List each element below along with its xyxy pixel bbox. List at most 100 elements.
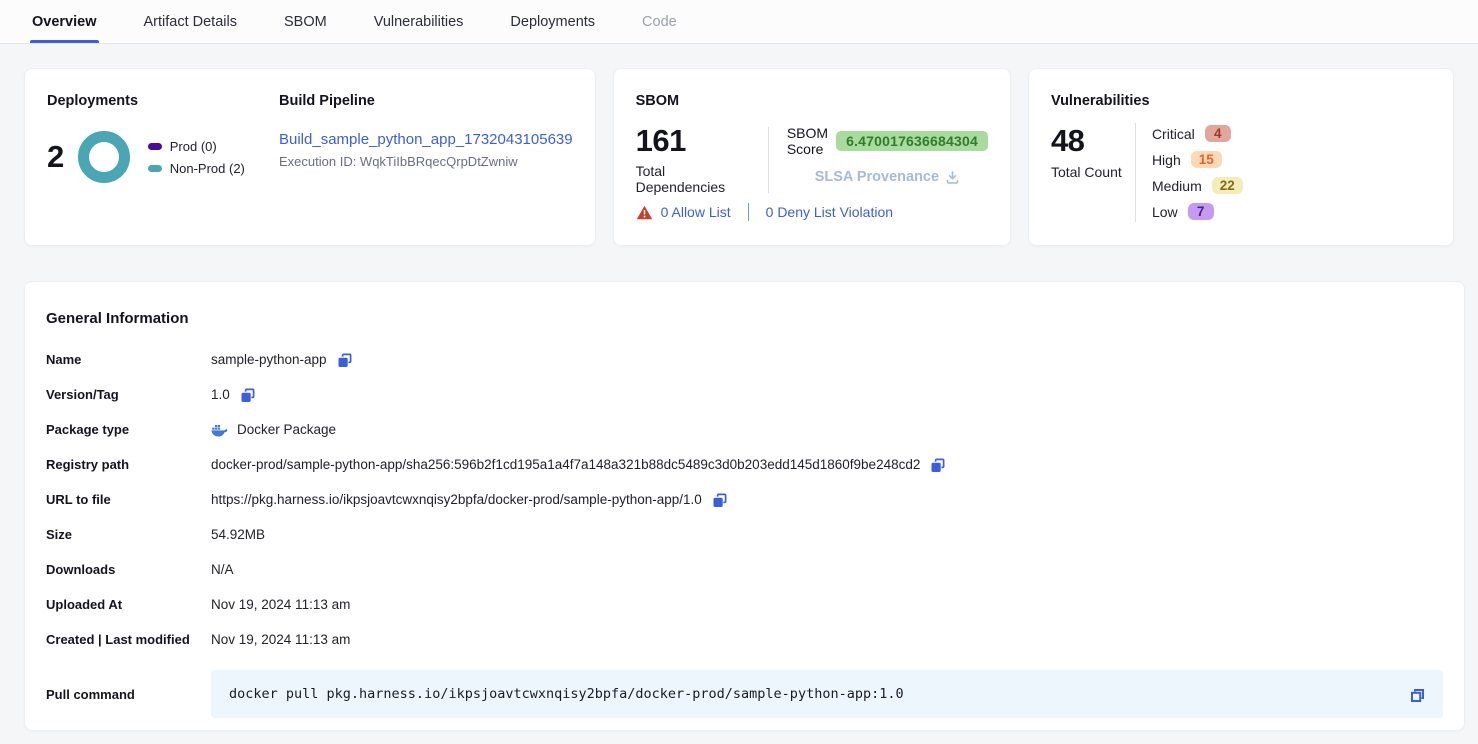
build-pipeline-title: Build Pipeline	[279, 93, 573, 109]
info-row-text: sample-python-app	[211, 352, 327, 367]
severity-label: Medium	[1152, 178, 1202, 194]
info-row-text: 54.92MB	[211, 527, 265, 542]
info-row-value: N/A	[211, 562, 234, 577]
tab-vulnerabilities[interactable]: Vulnerabilities	[374, 0, 464, 43]
info-row: URL to filehttps://pkg.harness.io/ikpsjo…	[46, 482, 1443, 517]
info-row-label: Registry path	[46, 457, 211, 472]
info-row-value: https://pkg.harness.io/ikpsjoavtcwxnqisy…	[211, 490, 729, 510]
page-content: Deployments 2 Prod (0) Non-Prod (2) Build…	[0, 44, 1478, 731]
info-row-label: Name	[46, 352, 211, 367]
info-row: Size54.92MB	[46, 517, 1443, 552]
sbom-score-label: SBOM Score	[787, 125, 828, 157]
severity-row: Critical4	[1152, 123, 1243, 144]
severity-count-badge: 4	[1205, 125, 1231, 142]
summary-cards-row: Deployments 2 Prod (0) Non-Prod (2) Build…	[24, 68, 1454, 246]
copy-icon[interactable]	[1408, 686, 1427, 705]
slsa-provenance-label: SLSA Provenance	[815, 169, 939, 185]
info-row-value: Nov 19, 2024 11:13 am	[211, 597, 350, 612]
info-row-text: Nov 19, 2024 11:13 am	[211, 597, 350, 612]
sbom-card: SBOM 161 Total Dependencies SBOM Score 6…	[613, 68, 1011, 246]
sbom-title: SBOM	[636, 93, 988, 109]
build-pipeline-section: Build Pipeline Build_sample_python_app_1…	[279, 93, 573, 221]
vulnerabilities-total-count: 48	[1051, 123, 1135, 159]
deployments-total: 2	[47, 139, 64, 175]
docker-icon	[211, 423, 228, 437]
slsa-provenance-button[interactable]: SLSA Provenance	[815, 169, 960, 185]
vulnerabilities-total-label: Total Count	[1051, 164, 1135, 180]
pull-command-value: docker pull pkg.harness.io/ikpsjoavtcwxn…	[229, 686, 1408, 702]
download-icon	[945, 170, 960, 185]
severity-list: Critical4 High 15 Medium 22 Low 7	[1152, 123, 1243, 222]
info-row-value: docker-prod/sample-python-app/sha256:596…	[211, 455, 947, 475]
info-row-label: Size	[46, 527, 211, 542]
sbom-total-label: Total Dependencies	[636, 163, 750, 195]
info-row-text: Nov 19, 2024 11:13 am	[211, 632, 350, 647]
info-row: Package type Docker Package	[46, 412, 1443, 447]
info-row-label: Package type	[46, 422, 211, 437]
info-row-text: N/A	[211, 562, 234, 577]
copy-icon[interactable]	[336, 352, 354, 370]
vulnerabilities-card: Vulnerabilities 48 Total Count Critical4…	[1028, 68, 1454, 246]
deployments-legend: Prod (0) Non-Prod (2)	[148, 139, 245, 176]
info-row-value: sample-python-app	[211, 350, 354, 370]
info-row: DownloadsN/A	[46, 552, 1443, 587]
divider	[768, 127, 769, 193]
info-row: Version/Tag1.0	[46, 377, 1443, 412]
info-row: Registry pathdocker-prod/sample-python-a…	[46, 447, 1443, 482]
tab-artifact-details[interactable]: Artifact Details	[144, 0, 237, 43]
severity-label: Low	[1152, 204, 1178, 220]
info-row: Namesample-python-app	[46, 342, 1443, 377]
severity-label: High	[1152, 152, 1181, 168]
pull-command-row: Pull command docker pull pkg.harness.io/…	[46, 670, 1443, 718]
legend-item: Prod (0)	[148, 139, 245, 154]
tab-sbom[interactable]: SBOM	[284, 0, 327, 43]
legend-item: Non-Prod (2)	[148, 161, 245, 176]
pull-command-box: docker pull pkg.harness.io/ikpsjoavtcwxn…	[211, 670, 1443, 718]
sbom-total-block: 161 Total Dependencies	[636, 125, 750, 199]
severity-row: Low 7	[1152, 201, 1243, 222]
deployments-card: Deployments 2 Prod (0) Non-Prod (2) Build…	[24, 68, 596, 246]
vulnerabilities-total-block: 48 Total Count	[1051, 123, 1135, 222]
copy-icon[interactable]	[711, 492, 729, 510]
info-row-label: URL to file	[46, 492, 211, 507]
build-pipeline-link[interactable]: Build_sample_python_app_1732043105639	[279, 131, 573, 148]
info-row: Created | Last modifiedNov 19, 2024 11:1…	[46, 622, 1443, 657]
info-row-label: Uploaded At	[46, 597, 211, 612]
copy-icon[interactable]	[239, 387, 257, 405]
severity-count-badge: 15	[1191, 151, 1222, 168]
tab-bar: Overview Artifact Details SBOM Vulnerabilit…	[0, 0, 1478, 44]
info-row-label: Version/Tag	[46, 387, 211, 402]
info-row: Uploaded AtNov 19, 2024 11:13 am	[46, 587, 1443, 622]
sbom-total-count: 161	[636, 125, 750, 158]
vulnerabilities-title: Vulnerabilities	[1051, 93, 1431, 109]
tab-code: Code	[642, 0, 677, 43]
tab-deployments[interactable]: Deployments	[510, 0, 595, 43]
legend-label: Prod (0)	[170, 139, 217, 154]
info-row-text: Docker Package	[237, 422, 336, 437]
info-row-text: docker-prod/sample-python-app/sha256:596…	[211, 457, 920, 472]
info-row-value: Docker Package	[211, 422, 336, 437]
deny-list-link[interactable]: 0 Deny List Violation	[766, 204, 893, 220]
info-row-value: Nov 19, 2024 11:13 am	[211, 632, 350, 647]
legend-label: Non-Prod (2)	[170, 161, 245, 176]
info-row-label: Created | Last modified	[46, 632, 211, 647]
severity-count-badge: 7	[1188, 203, 1214, 220]
allow-list-link[interactable]: 0 Allow List	[661, 204, 731, 220]
copy-icon[interactable]	[929, 457, 947, 475]
info-row-text: 1.0	[211, 387, 230, 402]
severity-row: Medium 22	[1152, 175, 1243, 196]
severity-row: High 15	[1152, 149, 1243, 170]
execution-id: Execution ID: WqkTiIbBRqecQrpDtZwniw	[279, 154, 573, 169]
legend-swatch	[148, 165, 162, 172]
general-information-title: General Information	[46, 310, 1443, 327]
severity-count-badge: 22	[1212, 177, 1243, 194]
pull-command-label: Pull command	[46, 687, 211, 702]
info-row-label: Downloads	[46, 562, 211, 577]
sbom-score-badge: 6.470017636684304	[836, 131, 988, 151]
info-row-text: https://pkg.harness.io/ikpsjoavtcwxnqisy…	[211, 492, 702, 507]
deployments-title: Deployments	[47, 93, 279, 109]
info-row-value: 54.92MB	[211, 527, 265, 542]
tab-overview[interactable]: Overview	[32, 0, 97, 43]
info-row-value: 1.0	[211, 385, 257, 405]
warning-icon	[636, 205, 653, 220]
